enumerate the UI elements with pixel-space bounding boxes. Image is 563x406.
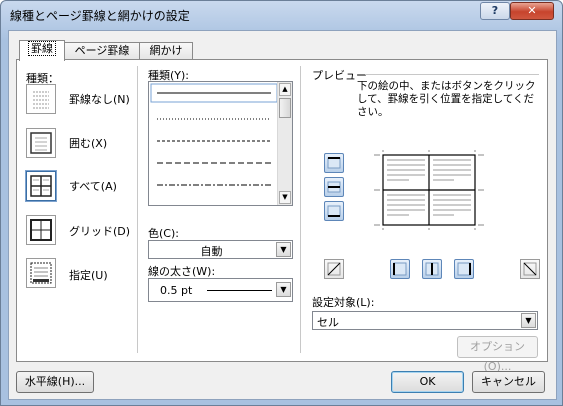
- ok-button[interactable]: OK: [391, 371, 464, 393]
- chevron-down-icon[interactable]: ▼: [521, 313, 536, 328]
- diagonal-up-button[interactable]: [324, 259, 344, 279]
- preview-rule: [365, 74, 539, 75]
- tab-borders[interactable]: 罫線: [19, 40, 65, 61]
- color-label: 色(C):: [148, 227, 179, 240]
- tab-shading[interactable]: 網かけ: [139, 42, 193, 60]
- no-border-label[interactable]: 罫線なし(N): [69, 91, 130, 107]
- color-select[interactable]: 自動 ▼: [148, 240, 293, 259]
- color-value: 自動: [200, 245, 223, 258]
- window-title: 線種とページ罫線と網かけの設定: [10, 9, 190, 23]
- chevron-down-icon[interactable]: ▼: [276, 242, 291, 257]
- border-preview-area[interactable]: [374, 150, 484, 230]
- title-bar: 線種とページ罫線と網かけの設定 ? ✕: [1, 1, 562, 29]
- box-border-label[interactable]: 囲む(X): [69, 135, 107, 151]
- line-style-scrollbar[interactable]: ▲ ▼: [277, 82, 292, 205]
- grid-border-icon[interactable]: [26, 215, 56, 245]
- options-button[interactable]: オプション(O)...: [457, 336, 538, 373]
- cancel-button[interactable]: キャンセル: [472, 371, 545, 393]
- width-value: 0.5 pt: [160, 284, 193, 297]
- tab-page-borders[interactable]: ページ罫線: [64, 42, 140, 60]
- no-border-icon[interactable]: [26, 84, 56, 114]
- apply-to-value: セル: [317, 316, 339, 329]
- scroll-up-icon[interactable]: ▲: [279, 83, 291, 96]
- horizontal-line-button[interactable]: 水平線(H)...: [16, 371, 94, 393]
- separator: [137, 66, 138, 353]
- preview-instruction: 下の絵の中、またはボタンをクリックして、罫線を引く位置を指定してください。: [357, 80, 536, 118]
- all-borders-label[interactable]: すべて(A): [69, 178, 117, 194]
- close-button[interactable]: ✕: [510, 2, 554, 20]
- bottom-border-button[interactable]: [324, 201, 344, 221]
- right-border-button[interactable]: [454, 259, 474, 279]
- borders-panel: 種類： 罫線なし(N) 囲む(X) すべて(A) グリッド(D) 指定(U) 種…: [16, 59, 548, 373]
- inside-horizontal-button[interactable]: [324, 177, 344, 197]
- chevron-down-icon[interactable]: ▼: [276, 282, 291, 297]
- top-border-button[interactable]: [324, 153, 344, 173]
- scroll-down-icon[interactable]: ▼: [279, 191, 291, 204]
- width-label: 線の太さ(W):: [148, 265, 216, 278]
- separator: [300, 66, 301, 353]
- scroll-thumb[interactable]: [279, 98, 291, 118]
- apply-to-label: 設定対象(L):: [312, 296, 375, 309]
- custom-border-icon[interactable]: [26, 258, 56, 288]
- dialog-window: 線種とページ罫線と網かけの設定 ? ✕ 罫線 ページ罫線 網かけ 種類： 罫線な…: [0, 0, 563, 406]
- line-width-select[interactable]: 0.5 pt ▼: [148, 278, 293, 302]
- help-button[interactable]: ?: [480, 2, 510, 20]
- grid-border-label[interactable]: グリッド(D): [69, 223, 130, 239]
- inside-vertical-button[interactable]: [422, 259, 442, 279]
- box-border-icon[interactable]: [26, 128, 56, 158]
- diagonal-down-button[interactable]: [520, 259, 540, 279]
- apply-to-select[interactable]: セル ▼: [312, 311, 538, 330]
- dialog-body: 罫線 ページ罫線 網かけ 種類： 罫線なし(N) 囲む(X) すべて(A) グリ…: [8, 30, 557, 400]
- all-borders-icon[interactable]: [26, 171, 56, 201]
- line-style-list[interactable]: ▲ ▼: [148, 81, 293, 206]
- custom-border-label[interactable]: 指定(U): [69, 267, 108, 283]
- width-sample-line: [207, 290, 272, 291]
- left-border-button[interactable]: [390, 259, 410, 279]
